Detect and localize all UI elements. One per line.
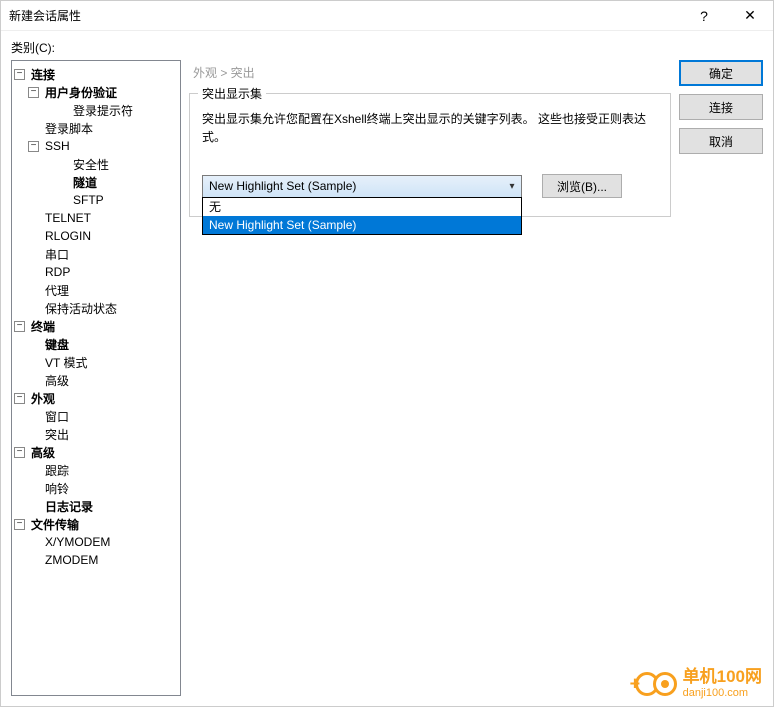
cancel-button[interactable]: 取消 [679,128,763,154]
window-title: 新建会话属性 [9,7,681,24]
combo-value: New Highlight Set (Sample) [209,179,356,193]
tree-telnet[interactable]: TELNET [43,211,93,225]
tree-tunnel[interactable]: 隧道 [71,174,99,191]
dialog-window: 新建会话属性 ? ✕ 类别(C): −连接 −用户身份验证 登录提示符 [0,0,774,707]
right-column: 外观 > 突出 突出显示集 突出显示集允许您配置在Xshell终端上突出显示的关… [189,60,763,696]
tree-zmodem[interactable]: ZMODEM [43,553,100,567]
tree-rlogin[interactable]: RLOGIN [43,229,93,243]
combo-dropdown[interactable]: 无 New Highlight Set (Sample) [202,197,522,235]
category-label: 类别(C): [11,39,763,56]
expander-icon[interactable]: − [28,87,39,98]
tree-connection[interactable]: 连接 [29,66,57,83]
tree-vtmode[interactable]: VT 模式 [43,354,89,371]
tree-keyboard[interactable]: 键盘 [43,336,71,353]
tree-filetransfer[interactable]: 文件传输 [29,516,81,533]
side-buttons: 确定 连接 取消 [679,60,763,696]
combo-option[interactable]: 无 [203,198,521,216]
tree-advanced1[interactable]: 高级 [43,372,71,389]
main-pane: 外观 > 突出 突出显示集 突出显示集允许您配置在Xshell终端上突出显示的关… [189,60,671,696]
expander-icon[interactable]: − [14,321,25,332]
tree-ssh[interactable]: SSH [43,139,72,153]
titlebar: 新建会话属性 ? ✕ [1,1,773,31]
tree-appearance[interactable]: 外观 [29,390,57,407]
tree-highlight[interactable]: 突出 [43,426,71,443]
highlight-set-fieldset: 突出显示集 突出显示集允许您配置在Xshell终端上突出显示的关键字列表。 这些… [189,93,671,217]
expander-icon[interactable]: − [14,69,25,80]
tree-sftp[interactable]: SFTP [71,193,106,207]
select-row: New Highlight Set (Sample) ▾ 无 New Highl… [202,174,658,198]
tree-xymodem[interactable]: X/YMODEM [43,535,112,549]
fieldset-description: 突出显示集允许您配置在Xshell终端上突出显示的关键字列表。 这些也接受正则表… [202,110,658,146]
expander-icon[interactable]: − [14,447,25,458]
main-row: −连接 −用户身份验证 登录提示符 登录脚本 −SSH [11,60,763,696]
combo-option-selected[interactable]: New Highlight Set (Sample) [203,216,521,234]
tree-login-script[interactable]: 登录脚本 [43,120,95,137]
tree-login-prompt[interactable]: 登录提示符 [71,102,135,119]
chevron-down-icon: ▾ [503,176,521,197]
category-tree[interactable]: −连接 −用户身份验证 登录提示符 登录脚本 −SSH [11,60,181,696]
tree-security[interactable]: 安全性 [71,156,111,173]
help-button[interactable]: ? [681,1,727,31]
content-area: 类别(C): −连接 −用户身份验证 登录提示符 登录脚本 [1,31,773,706]
tree-rdp[interactable]: RDP [43,265,72,279]
expander-icon[interactable]: − [14,519,25,530]
fieldset-legend: 突出显示集 [198,85,266,102]
ok-button[interactable]: 确定 [679,60,763,86]
tree-auth[interactable]: 用户身份验证 [43,84,119,101]
highlight-set-combo[interactable]: New Highlight Set (Sample) ▾ 无 New Highl… [202,175,522,198]
tree-logging[interactable]: 日志记录 [43,498,95,515]
expander-icon[interactable]: − [14,393,25,404]
close-button[interactable]: ✕ [727,1,773,31]
tree-serial[interactable]: 串口 [43,246,71,263]
tree-terminal[interactable]: 终端 [29,318,57,335]
tree-window[interactable]: 窗口 [43,408,71,425]
tree-proxy[interactable]: 代理 [43,282,71,299]
tree-keepalive[interactable]: 保持活动状态 [43,300,119,317]
tree-trace[interactable]: 跟踪 [43,462,71,479]
browse-button[interactable]: 浏览(B)... [542,174,622,198]
tree-advanced2[interactable]: 高级 [29,444,57,461]
combo-display[interactable]: New Highlight Set (Sample) ▾ [202,175,522,198]
expander-icon[interactable]: − [28,141,39,152]
tree-bell[interactable]: 响铃 [43,480,71,497]
connect-button[interactable]: 连接 [679,94,763,120]
